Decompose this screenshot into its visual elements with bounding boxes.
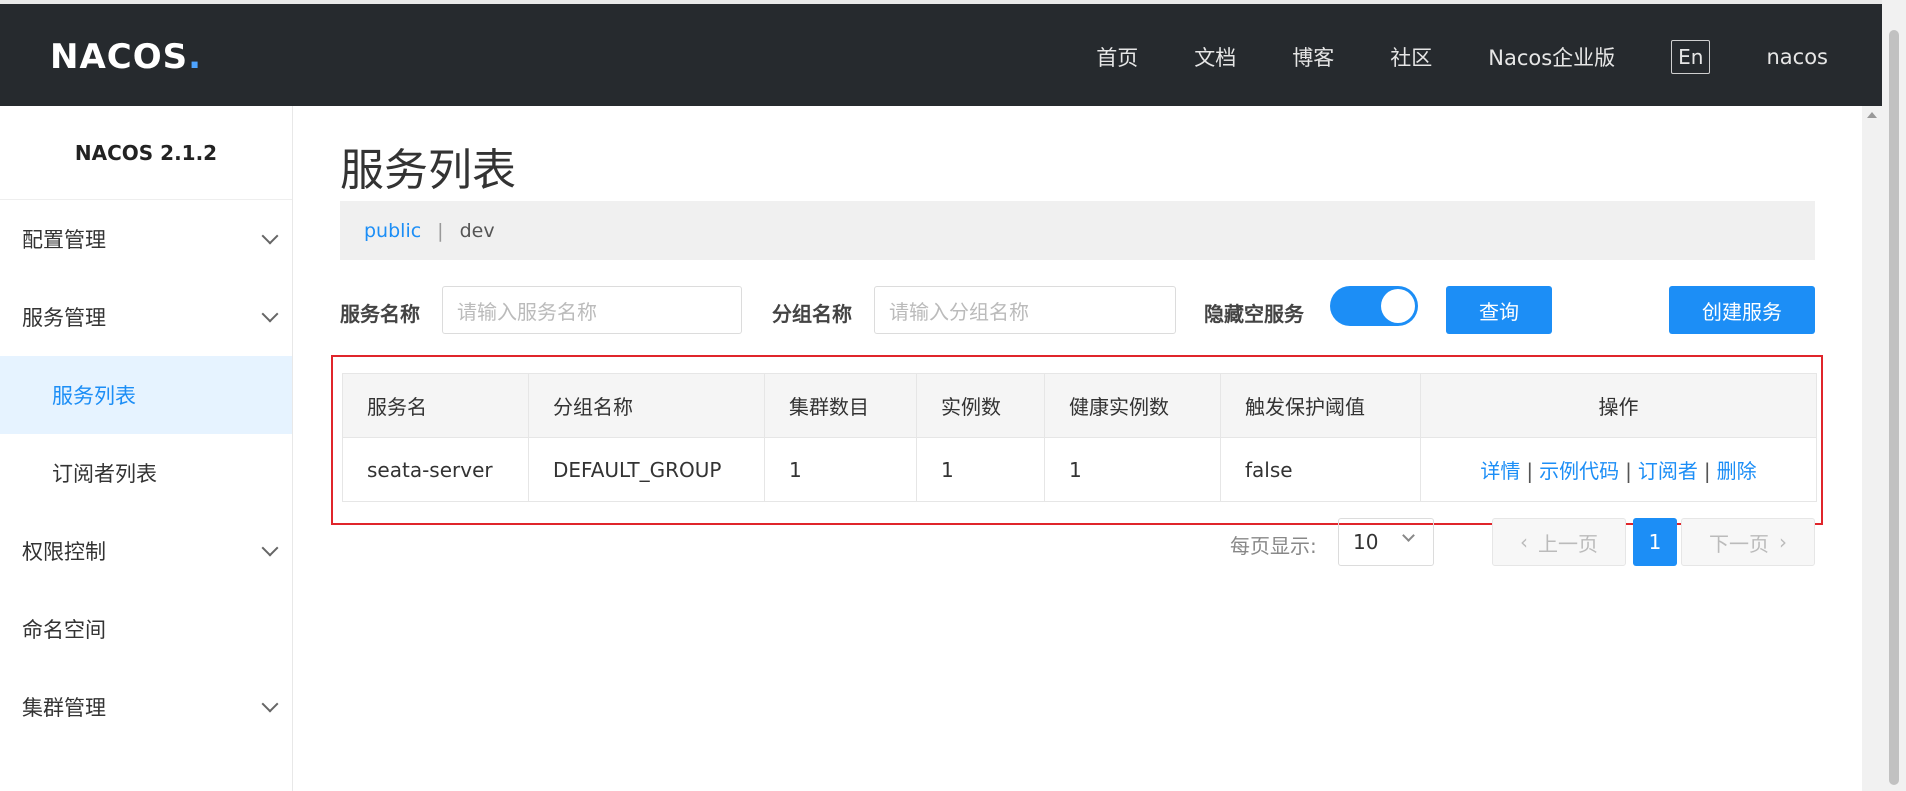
action-separator: | xyxy=(1703,459,1711,483)
page-size-label: 每页显示: xyxy=(1230,534,1317,558)
namespace-dev[interactable]: dev xyxy=(460,220,495,242)
cell-service-name: seata-server xyxy=(342,437,529,502)
nav-home[interactable]: 首页 xyxy=(1096,42,1138,72)
sidebar: NACOS 2.1.2 配置管理 服务管理 服务列表 订阅者列表 权限控制 命名… xyxy=(0,106,293,791)
col-protect-threshold: 触发保护阈值 xyxy=(1220,373,1421,438)
user-menu[interactable]: nacos xyxy=(1766,45,1828,69)
namespace-separator: | xyxy=(437,219,444,242)
chevron-down-icon xyxy=(1402,529,1415,542)
namespace-public[interactable]: public xyxy=(364,220,421,242)
col-healthy-count: 健康实例数 xyxy=(1044,373,1221,438)
next-page-button[interactable]: 下一页 › xyxy=(1681,518,1815,566)
chevron-down-icon xyxy=(261,305,279,323)
logo-dot: . xyxy=(188,37,203,77)
scrollbar-thumb[interactable] xyxy=(1889,30,1899,785)
chevron-down-icon xyxy=(261,695,279,713)
query-button[interactable]: 查询 xyxy=(1446,286,1552,334)
table-header-row: 服务名 分组名称 集群数目 实例数 健康实例数 触发保护阈值 操作 xyxy=(342,373,1817,438)
filter-bar: 服务名称 请输入服务名称 分组名称 请输入分组名称 隐藏空服务 查询 创建服务 xyxy=(340,286,1815,336)
language-switch-button[interactable]: En xyxy=(1671,40,1711,74)
sidebar-item-label: 订阅者列表 xyxy=(52,462,157,486)
service-table-highlight: 服务名 分组名称 集群数目 实例数 健康实例数 触发保护阈值 操作 seata-… xyxy=(331,355,1823,525)
cell-instance-count: 1 xyxy=(916,437,1045,502)
current-page-button[interactable]: 1 xyxy=(1633,518,1677,566)
sidebar-item-namespace[interactable]: 命名空间 xyxy=(0,590,292,668)
next-page-label: 下一页 xyxy=(1709,531,1769,556)
namespace-bar: public | dev xyxy=(340,201,1815,260)
hide-empty-toggle[interactable] xyxy=(1330,286,1418,326)
cell-cluster-count: 1 xyxy=(764,437,917,502)
window-scrollbar[interactable] xyxy=(1882,0,1906,791)
page-size-value: 10 xyxy=(1353,530,1379,554)
content-scrollbar[interactable] xyxy=(1862,106,1882,791)
sample-code-link[interactable]: 示例代码 xyxy=(1539,459,1619,483)
page-size-select[interactable]: 10 xyxy=(1338,518,1434,566)
logo-text: NACOS xyxy=(50,37,189,77)
nav-docs[interactable]: 文档 xyxy=(1194,42,1236,72)
chevron-down-icon xyxy=(261,539,279,557)
sidebar-item-label: 命名空间 xyxy=(22,618,106,642)
prev-page-label: 上一页 xyxy=(1538,531,1598,556)
top-nav-links: 首页 文档 博客 社区 Nacos企业版 En nacos xyxy=(1040,8,1828,106)
col-instance-count: 实例数 xyxy=(916,373,1045,438)
chevron-down-icon xyxy=(261,227,279,245)
service-table: 服务名 分组名称 集群数目 实例数 健康实例数 触发保护阈值 操作 seata-… xyxy=(342,373,1817,502)
cell-protect-threshold: false xyxy=(1220,437,1421,502)
toggle-knob xyxy=(1381,289,1415,323)
sidebar-item-label: 配置管理 xyxy=(22,228,106,252)
table-row: seata-server DEFAULT_GROUP 1 1 1 false 详… xyxy=(342,437,1817,502)
nacos-logo[interactable]: NACOS. xyxy=(50,34,202,80)
sidebar-item-cluster[interactable]: 集群管理 xyxy=(0,668,292,746)
cell-group-name: DEFAULT_GROUP xyxy=(528,437,765,502)
action-separator: | xyxy=(1526,459,1534,483)
sidebar-item-access-control[interactable]: 权限控制 xyxy=(0,512,292,590)
top-navbar: NACOS. 首页 文档 博客 社区 Nacos企业版 En nacos xyxy=(0,0,1906,106)
sidebar-item-label: 权限控制 xyxy=(22,540,106,564)
cell-healthy-count: 1 xyxy=(1044,437,1221,502)
group-name-label: 分组名称 xyxy=(772,302,852,326)
col-service-name: 服务名 xyxy=(342,373,529,438)
nav-community[interactable]: 社区 xyxy=(1390,42,1432,72)
service-name-input[interactable]: 请输入服务名称 xyxy=(442,286,742,334)
sidebar-item-service-management[interactable]: 服务管理 xyxy=(0,278,292,356)
delete-link[interactable]: 删除 xyxy=(1717,459,1757,483)
col-operations: 操作 xyxy=(1420,373,1817,438)
sidebar-item-subscriber-list[interactable]: 订阅者列表 xyxy=(0,434,292,512)
sidebar-item-label: 集群管理 xyxy=(22,696,106,720)
group-name-input[interactable]: 请输入分组名称 xyxy=(874,286,1176,334)
nav-blog[interactable]: 博客 xyxy=(1292,42,1334,72)
col-cluster-count: 集群数目 xyxy=(764,373,917,438)
subscribers-link[interactable]: 订阅者 xyxy=(1638,459,1698,483)
scroll-up-arrow-icon[interactable] xyxy=(1867,112,1877,118)
sidebar-item-label: 服务列表 xyxy=(52,384,136,408)
create-service-button[interactable]: 创建服务 xyxy=(1669,286,1815,334)
cell-operations: 详情 | 示例代码 | 订阅者 | 删除 xyxy=(1420,437,1817,502)
sidebar-item-service-list[interactable]: 服务列表 xyxy=(0,356,292,434)
pagination: 每页显示: 10 ‹ 上一页 1 下一页 › xyxy=(340,518,1815,566)
version-label: NACOS 2.1.2 xyxy=(0,106,292,200)
action-separator: | xyxy=(1625,459,1632,483)
chevron-left-icon: ‹ xyxy=(1520,530,1528,554)
details-link[interactable]: 详情 xyxy=(1480,459,1520,483)
nav-enterprise[interactable]: Nacos企业版 xyxy=(1488,42,1615,72)
sidebar-item-label: 服务管理 xyxy=(22,306,106,330)
service-name-label: 服务名称 xyxy=(340,302,420,326)
prev-page-button[interactable]: ‹ 上一页 xyxy=(1492,518,1626,566)
col-group-name: 分组名称 xyxy=(528,373,765,438)
sidebar-item-config[interactable]: 配置管理 xyxy=(0,200,292,278)
chevron-right-icon: › xyxy=(1779,530,1787,554)
page-title: 服务列表 xyxy=(340,145,516,196)
hide-empty-label: 隐藏空服务 xyxy=(1204,302,1304,326)
